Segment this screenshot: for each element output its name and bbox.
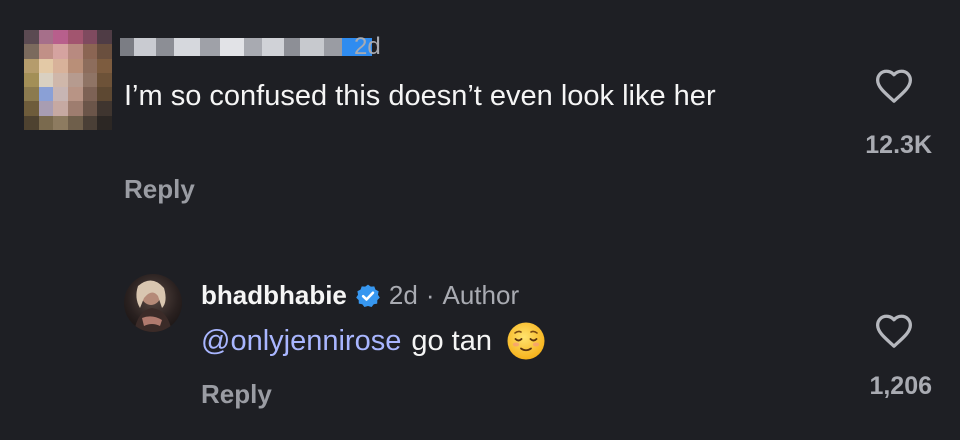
- reply-button[interactable]: Reply: [201, 379, 272, 410]
- relieved-face-emoji: [507, 322, 545, 360]
- comment-text: I’m so confused this doesn’t even look l…: [124, 80, 716, 112]
- reply-button[interactable]: Reply: [124, 174, 195, 205]
- author-username[interactable]: bhadbhabie: [201, 280, 347, 311]
- reply-text: @onlyjennirose go tan: [201, 321, 546, 361]
- reply-body-text: go tan: [411, 324, 492, 357]
- comment-timestamp: 2d: [354, 33, 381, 60]
- comment-item: 2d I’m so confused this doesn’t even loo…: [0, 0, 960, 230]
- heart-outline-icon[interactable]: [874, 68, 914, 104]
- like-count: 1,206: [869, 372, 932, 400]
- reply-comment-item: bhadbhabie 2d · Author @onlyjennirose go…: [0, 262, 960, 440]
- commenter-avatar-pixelated[interactable]: [24, 30, 112, 130]
- mention-link[interactable]: @onlyjennirose: [201, 325, 401, 358]
- avatar-photo-icon: [134, 280, 172, 332]
- reply-header: bhadbhabie 2d · Author: [201, 280, 519, 311]
- heart-outline-icon[interactable]: [874, 313, 914, 349]
- author-avatar[interactable]: [124, 274, 182, 332]
- commenter-username-redacted[interactable]: [120, 38, 372, 56]
- reply-timestamp: 2d: [388, 280, 418, 310]
- verified-badge-icon: [356, 284, 380, 307]
- meta-separator: ·: [425, 280, 435, 310]
- author-label: Author: [442, 280, 520, 310]
- like-count: 12.3K: [865, 131, 932, 159]
